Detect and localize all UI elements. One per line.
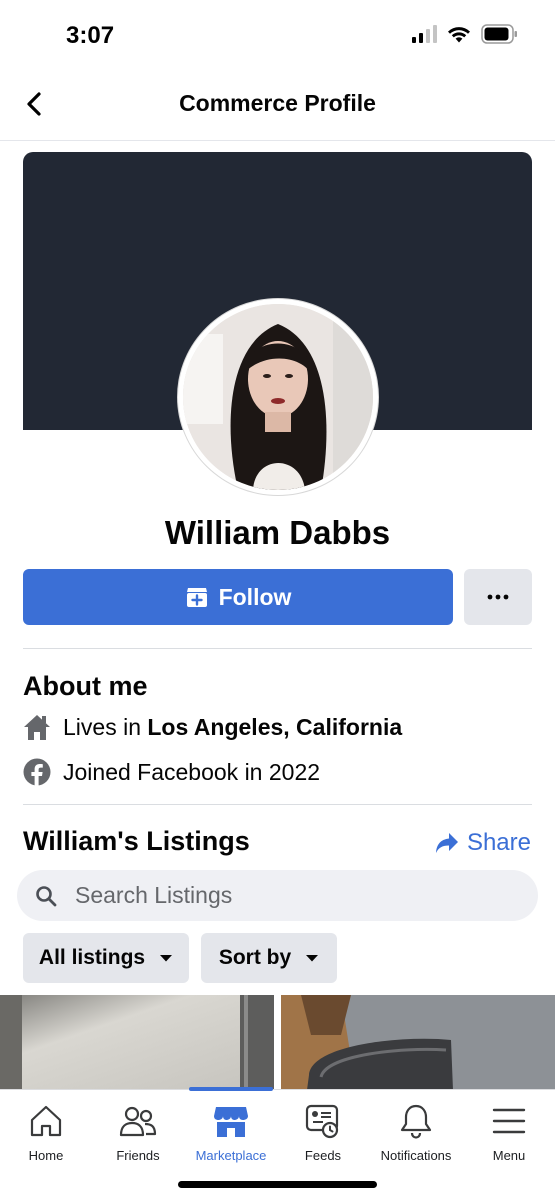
tab-label: Home [28,1148,64,1163]
tab-friends[interactable]: Friends [92,1090,184,1170]
divider [23,804,532,805]
house-icon [23,713,51,741]
tab-notifications[interactable]: Notifications [370,1090,462,1170]
share-button[interactable]: Share [435,829,531,857]
follow-store-icon [186,588,207,607]
page-title: Commerce Profile [179,90,376,116]
tab-label: Menu [492,1148,526,1163]
nav-header: Commerce Profile [0,68,555,141]
tab-label: Notifications [380,1148,452,1163]
search-listings-box[interactable] [17,870,538,921]
follow-button[interactable]: Follow [23,569,453,625]
status-icons [412,24,519,44]
home-indicator [178,1181,377,1188]
marketplace-icon [211,1102,251,1140]
tab-label: Feeds [304,1148,342,1163]
feeds-icon [303,1102,343,1140]
about-location-row: Lives in Los Angeles, California [23,713,402,741]
about-joined-row: Joined Facebook in 2022 [23,758,320,786]
tab-label: Friends [116,1148,160,1163]
all-listings-filter[interactable]: All listings [23,933,189,983]
location-text: Lives in Los Angeles, California [63,713,403,740]
status-bar: 3:07 [0,0,555,68]
tab-feeds[interactable]: Feeds [277,1090,369,1170]
sort-by-label: Sort by [218,946,292,969]
battery-icon [481,24,517,44]
friends-icon [118,1102,158,1140]
caret-down-icon [306,955,319,962]
search-input[interactable] [75,882,475,909]
all-listings-label: All listings [38,946,146,969]
tab-marketplace[interactable]: Marketplace [185,1090,277,1170]
share-arrow-icon [435,833,458,853]
bell-icon [396,1102,436,1140]
profile-photo [183,304,373,490]
sort-by-filter[interactable]: Sort by [201,933,337,983]
listings-heading: William's Listings [23,826,250,856]
facebook-icon [23,758,51,786]
cellular-signal-icon [412,25,437,43]
more-dots-icon [487,594,509,600]
avatar[interactable] [178,299,378,495]
listing-thumbnail[interactable] [0,995,274,1090]
caret-down-icon [160,955,173,962]
commerce-profile-screen: 3:07 Commerce Profile William Dabbs Foll… [0,0,555,1200]
joined-text: Joined Facebook in 2022 [63,758,321,785]
profile-name: William Dabbs [164,514,391,551]
menu-icon [489,1102,529,1140]
tab-menu[interactable]: Menu [463,1090,555,1170]
follow-label: Follow [218,583,292,610]
about-heading: About me [23,671,148,701]
divider [23,648,532,649]
tab-home[interactable]: Home [0,1090,92,1170]
listing-photo [0,995,274,1090]
status-time: 3:07 [66,22,115,49]
search-icon [36,885,57,906]
share-label: Share [466,829,531,856]
home-icon [26,1102,66,1140]
listing-photo [281,995,555,1090]
tab-label: Marketplace [195,1148,267,1163]
wifi-icon [448,27,470,43]
listing-thumbnail[interactable] [281,995,555,1090]
more-options-button[interactable] [464,569,532,625]
